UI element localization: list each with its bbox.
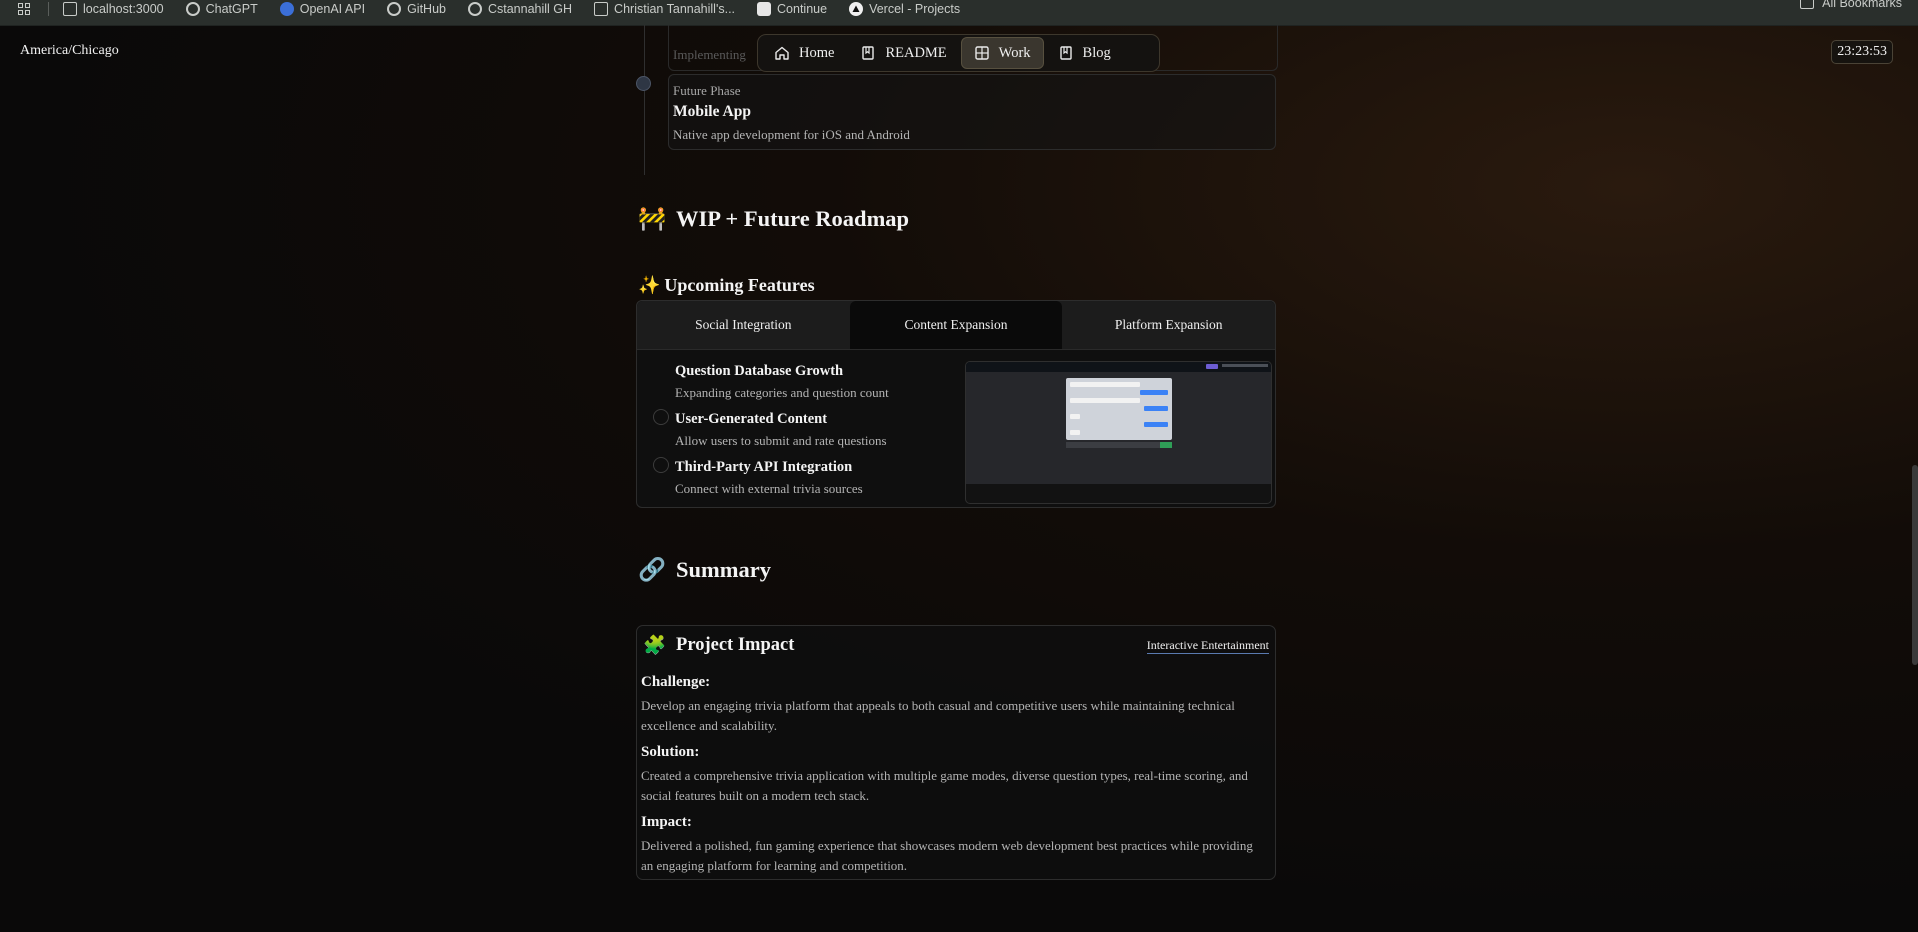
tab-social-integration[interactable]: Social Integration — [637, 301, 850, 349]
summary-heading: 🔗 Summary — [638, 557, 771, 583]
page-icon — [63, 1, 77, 16]
feature-description: Allow users to submit and rate questions — [675, 433, 887, 448]
bookmark-label: GitHub — [407, 1, 446, 16]
bookmark-continue[interactable]: Continue — [757, 1, 828, 16]
project-impact-title: 🧩 Project Impact — [643, 634, 795, 657]
book-icon — [862, 46, 875, 60]
preview-chat-window — [1066, 378, 1172, 440]
bookmark-localhost[interactable]: localhost:3000 — [63, 1, 164, 16]
timeline-title: Mobile App — [673, 103, 751, 120]
continue-icon — [757, 1, 772, 16]
upcoming-features-heading: ✨ Upcoming Features — [638, 275, 815, 296]
timeline-line — [644, 25, 645, 175]
bookmark-label: Continue — [777, 1, 828, 16]
all-bookmarks-label: All Bookmarks — [1822, 0, 1902, 10]
project-impact-card: 🧩 Project Impact Interactive Entertainme… — [636, 625, 1276, 880]
solution-text: Created a comprehensive trivia applicati… — [641, 768, 1248, 803]
nav-readme[interactable]: README — [848, 38, 958, 68]
nav-label: README — [885, 44, 947, 61]
github-icon — [387, 1, 402, 16]
clock-display: 23:23:53 — [1831, 40, 1893, 64]
puzzle-icon: 🧩 — [643, 635, 667, 656]
github-icon — [467, 1, 482, 16]
project-impact-title-text: Project Impact — [676, 634, 795, 655]
timeline-previous-text: Implementing — [673, 47, 746, 62]
roadmap-heading-text: WIP + Future Roadmap — [676, 206, 910, 231]
bookmark-cstannahill-gh[interactable]: Cstannahill GH — [467, 1, 573, 16]
tab-platform-expansion[interactable]: Platform Expansion — [1062, 301, 1275, 349]
feature-title: Third-Party API Integration — [675, 459, 853, 475]
feature-description: Expanding categories and question count — [675, 385, 889, 400]
main-nav: Home README Work Blog — [757, 34, 1160, 72]
nav-label: Blog — [1082, 44, 1111, 61]
timeline-phase: Future Phase — [673, 83, 741, 98]
all-bookmarks-button[interactable]: All Bookmarks — [1800, 0, 1902, 10]
challenge-label: Challenge: — [641, 674, 711, 690]
vercel-icon — [849, 1, 864, 16]
folder-icon — [1800, 0, 1815, 9]
openai-api-icon — [279, 1, 294, 16]
features-tab-panel: Social Integration Content Expansion Pla… — [636, 300, 1276, 508]
feature-title: User-Generated Content — [675, 411, 828, 427]
timezone-label: America/Chicago — [20, 43, 119, 58]
page-scrollbar[interactable] — [1912, 465, 1918, 665]
openai-icon — [185, 1, 200, 16]
feature-description: Connect with external trivia sources — [675, 481, 863, 496]
bookmark-label: OpenAI API — [299, 1, 366, 16]
feature-radio[interactable] — [653, 457, 669, 473]
impact-text: Delivered a polished, fun gaming experie… — [641, 838, 1253, 873]
bookmark-label: Vercel - Projects — [869, 1, 961, 16]
timeline-card-mobile-app: Future Phase Mobile App Native app devel… — [668, 74, 1276, 150]
nav-work[interactable]: Work — [960, 37, 1044, 69]
apps-grid-icon[interactable] — [18, 2, 34, 15]
nav-blog[interactable]: Blog — [1046, 38, 1123, 68]
feature-radio[interactable] — [653, 409, 669, 425]
bookmark-label: ChatGPT — [205, 1, 258, 16]
feature-item: User-Generated Content Allow users to su… — [675, 411, 887, 449]
bookmark-label: Cstannahill GH — [487, 1, 573, 16]
grid-icon — [974, 46, 989, 60]
bookmark-openai-api[interactable]: OpenAI API — [279, 1, 366, 16]
nav-home[interactable]: Home — [762, 38, 846, 68]
book-icon — [1059, 46, 1072, 60]
upcoming-features-text: Upcoming Features — [664, 275, 815, 295]
feature-item: Third-Party API Integration Connect with… — [675, 459, 863, 497]
bookmark-github[interactable]: GitHub — [387, 1, 446, 16]
bookmark-vercel[interactable]: Vercel - Projects — [849, 1, 961, 16]
bookmarks-divider — [48, 1, 49, 16]
bookmark-chatgpt[interactable]: ChatGPT — [185, 1, 258, 16]
construction-icon: 🚧 — [638, 206, 667, 232]
feature-title: Question Database Growth — [675, 363, 844, 379]
preview-input — [1066, 442, 1172, 448]
nav-label: Home — [799, 44, 835, 61]
preview-navbar — [966, 362, 1271, 372]
tab-content-expansion[interactable]: Content Expansion — [849, 301, 1063, 349]
category-badge: Interactive Entertainment — [1146, 638, 1269, 654]
link-icon: 🔗 — [638, 557, 667, 583]
bookmark-label: Christian Tannahill's... — [614, 1, 736, 16]
feature-preview-image — [965, 361, 1272, 504]
solution-label: Solution: — [641, 744, 700, 760]
challenge-text: Develop an engaging trivia platform that… — [641, 698, 1235, 733]
timeline-description: Native app development for iOS and Andro… — [673, 127, 910, 142]
features-tabs: Social Integration Content Expansion Pla… — [637, 301, 1275, 350]
bookmarks-bar: localhost:3000 ChatGPT OpenAI API GitHub… — [0, 0, 1918, 26]
sparkles-icon: ✨ — [638, 275, 661, 296]
feature-item: Question Database Growth Expanding categ… — [675, 363, 889, 401]
impact-label: Impact: — [641, 814, 692, 830]
page-icon — [594, 1, 609, 16]
bookmark-christian-tannahill[interactable]: Christian Tannahill's... — [594, 1, 736, 16]
home-icon — [775, 46, 789, 60]
nav-label: Work — [998, 44, 1031, 61]
bookmark-label: localhost:3000 — [83, 1, 164, 16]
roadmap-heading: 🚧 WIP + Future Roadmap — [638, 206, 909, 232]
summary-heading-text: Summary — [676, 557, 772, 582]
timeline-dot — [636, 76, 651, 91]
